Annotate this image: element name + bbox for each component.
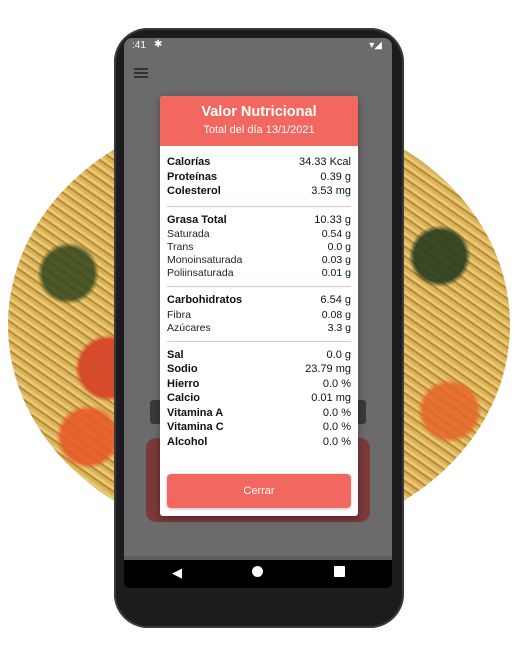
- group-divider: [167, 286, 351, 287]
- nutrient-value: 34.33 Kcal: [299, 156, 351, 168]
- nutrient-row: Vitamina A 0.0 %: [167, 407, 351, 422]
- nutrient-list: Calorías 34.33 Kcal Proteínas 0.39 g Coleste…: [167, 156, 351, 450]
- nutrient-value: 0.01 mg: [311, 392, 351, 404]
- nutrient-value: 0.01 g: [321, 267, 351, 279]
- nutrient-row: Monoinsaturada 0.03 g: [167, 254, 351, 267]
- nutrient-value: 23.79 mg: [305, 363, 351, 375]
- nutrient-label: Monoinsaturada: [167, 254, 243, 266]
- hamburger-menu-icon[interactable]: [134, 68, 148, 78]
- group-divider: [167, 340, 351, 342]
- nutrient-label: Vitamina A: [167, 406, 224, 419]
- nutrient-label: Azúcares: [167, 321, 211, 334]
- group-divider: [167, 205, 351, 207]
- nutrient-value: 0.03 g: [321, 254, 351, 266]
- nutrient-value: 0.0 %: [322, 435, 351, 448]
- nutrient-value: 6.54 g: [320, 294, 351, 306]
- nutrient-value: 0.08 g: [321, 308, 351, 321]
- nutrient-row: Hierro 0.0 %: [167, 378, 351, 393]
- dialog-title: Valor Nutricional: [201, 104, 317, 120]
- nutrient-label: Calorías: [167, 156, 211, 168]
- nutrient-value: 0.54 g: [321, 228, 351, 240]
- nutrient-row: Sodio 23.79 mg: [167, 363, 351, 378]
- dialog-header: Valor Nutricional Total del día 13/1/202…: [160, 96, 358, 146]
- nutrient-label: Saturada: [167, 228, 210, 240]
- back-icon[interactable]: ◀: [172, 565, 182, 581]
- recent-apps-icon[interactable]: [334, 566, 345, 577]
- nutrient-value: 0.0 g: [327, 241, 351, 253]
- nutrient-label: Poliinsaturada: [167, 267, 234, 279]
- status-time: :41: [132, 40, 146, 51]
- nutrient-row: Poliinsaturada 0.01 g: [167, 267, 351, 280]
- nutrient-label: Sodio: [167, 363, 198, 375]
- nutrient-value: 0.0 g: [326, 348, 351, 361]
- nutrient-row: Calcio 0.01 mg: [167, 392, 351, 407]
- home-icon[interactable]: [252, 566, 263, 577]
- nutrient-row: Vitamina C 0.0 %: [167, 421, 351, 436]
- nutrient-value: 10.33 g: [314, 213, 351, 226]
- nutrient-label: Carbohidratos: [167, 294, 243, 306]
- nutrient-row: Fibra 0.08 g: [167, 309, 351, 322]
- nutrient-value: 0.0 %: [322, 421, 351, 433]
- nutrient-row: Saturada 0.54 g: [167, 228, 351, 241]
- signal-icon: ▾◢: [369, 40, 382, 51]
- nutrient-value: 0.39 g: [320, 170, 351, 183]
- nutrient-label: Fibra: [167, 308, 191, 321]
- nutrient-row: Azúcares 3.3 g: [167, 322, 351, 335]
- nutrient-label: Proteínas: [167, 170, 218, 183]
- nutrient-value: 0.0 %: [322, 406, 351, 419]
- nutrient-row: Proteínas 0.39 g: [167, 171, 351, 186]
- nutrient-row: Grasa Total 10.33 g: [167, 214, 351, 229]
- dialog-subtitle: Total del día 13/1/2021: [203, 124, 315, 136]
- nutrient-row: Sal 0.0 g: [167, 349, 351, 364]
- nutrient-value: 3.3 g: [327, 321, 351, 334]
- nutrient-row: Colesterol 3.53 mg: [167, 185, 351, 200]
- nutrient-value: 3.53 mg: [311, 185, 351, 197]
- nutrient-label: Hierro: [167, 377, 200, 390]
- android-nav-bar: ◀: [124, 560, 392, 588]
- nutrient-label: Trans: [167, 241, 194, 253]
- nutrient-row: Carbohidratos 6.54 g: [167, 294, 351, 309]
- nutrient-label: Sal: [167, 348, 184, 361]
- status-bar: :41 ✱ ▾◢: [124, 38, 392, 54]
- nutrition-dialog: Valor Nutricional Total del día 13/1/202…: [160, 96, 358, 516]
- close-button[interactable]: Cerrar: [167, 474, 351, 508]
- nutrient-label: Alcohol: [167, 435, 208, 448]
- nutrient-label: Calcio: [167, 392, 201, 404]
- nutrient-label: Colesterol: [167, 185, 221, 197]
- nutrient-value: 0.0 %: [322, 377, 351, 390]
- nutrient-label: Grasa Total: [167, 213, 227, 226]
- nutrient-row: Trans 0.0 g: [167, 241, 351, 254]
- nutrient-row: Calorías 34.33 Kcal: [167, 156, 351, 171]
- gear-icon: ✱: [154, 39, 163, 50]
- nutrient-row: Alcohol 0.0 %: [167, 436, 351, 451]
- nutrient-label: Vitamina C: [167, 421, 224, 433]
